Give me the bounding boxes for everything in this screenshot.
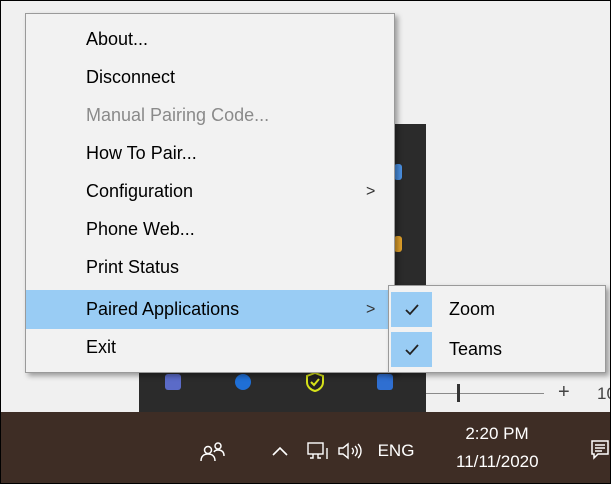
checkmark-icon	[391, 292, 432, 327]
menu-item-label: How To Pair...	[86, 143, 197, 163]
app-icon-orange[interactable]	[394, 236, 402, 252]
menu-item-label: Print Status	[86, 257, 180, 277]
taskbar-clock[interactable]: 2:20 PM 11/11/2020	[456, 420, 539, 478]
menu-item-manual-pairing-code: Manual Pairing Code...	[26, 96, 394, 135]
menu-item-label: Exit	[86, 337, 117, 357]
taskbar: ENG 2:20 PM 11/11/2020	[1, 412, 610, 483]
submenu-item-label: Teams	[449, 339, 503, 359]
context-menu: About... Disconnect Manual Pairing Code.…	[25, 13, 395, 373]
menu-item-label: Manual Pairing Code...	[86, 105, 270, 125]
chevron-right-icon: >	[366, 301, 376, 318]
menu-item-disconnect[interactable]: Disconnect	[26, 58, 394, 97]
zoom-in-button[interactable]: +	[558, 381, 570, 404]
menu-item-configuration[interactable]: Configuration >	[26, 172, 394, 211]
submenu-item-zoom[interactable]: Zoom	[389, 290, 605, 329]
teams-icon[interactable]	[165, 374, 181, 390]
menu-item-label: Phone Web...	[86, 219, 195, 239]
submenu-item-teams[interactable]: Teams	[389, 330, 605, 369]
menu-item-phone-web[interactable]: Phone Web...	[26, 210, 394, 249]
zoom-track[interactable]	[426, 393, 544, 394]
zoom-percent: 10	[597, 384, 611, 403]
app-icon[interactable]	[377, 374, 393, 390]
paired-applications-submenu: Zoom Teams	[388, 285, 606, 373]
language-indicator[interactable]: ENG	[374, 436, 418, 466]
zoom-thumb[interactable]	[457, 384, 460, 402]
menu-item-paired-applications[interactable]: Paired Applications >	[26, 290, 394, 329]
clock-time: 2:20 PM	[465, 424, 529, 443]
submenu-item-label: Zoom	[449, 299, 496, 319]
menu-item-exit[interactable]: Exit	[26, 328, 394, 367]
menu-item-label: Paired Applications	[86, 299, 240, 319]
people-icon[interactable]	[198, 436, 228, 466]
chevron-right-icon: >	[366, 183, 376, 200]
app-icon-blue[interactable]	[394, 164, 402, 180]
clock-date: 11/11/2020	[456, 452, 539, 471]
volume-icon[interactable]	[334, 436, 366, 466]
menu-item-about[interactable]: About...	[26, 20, 394, 59]
menu-item-label: About...	[86, 29, 149, 49]
zoom-slider[interactable]: + 10	[426, 376, 611, 410]
menu-item-print-status[interactable]: Print Status	[26, 248, 394, 287]
menu-item-how-to-pair[interactable]: How To Pair...	[26, 134, 394, 173]
network-icon[interactable]	[305, 436, 331, 466]
bluetooth-icon[interactable]	[235, 374, 251, 390]
security-shield-icon[interactable]	[306, 371, 324, 393]
checkmark-icon	[391, 332, 432, 367]
menu-item-label: Disconnect	[86, 67, 176, 87]
chevron-up-icon[interactable]	[268, 436, 292, 466]
notification-icon[interactable]	[588, 430, 611, 470]
menu-item-label: Configuration	[86, 181, 194, 201]
